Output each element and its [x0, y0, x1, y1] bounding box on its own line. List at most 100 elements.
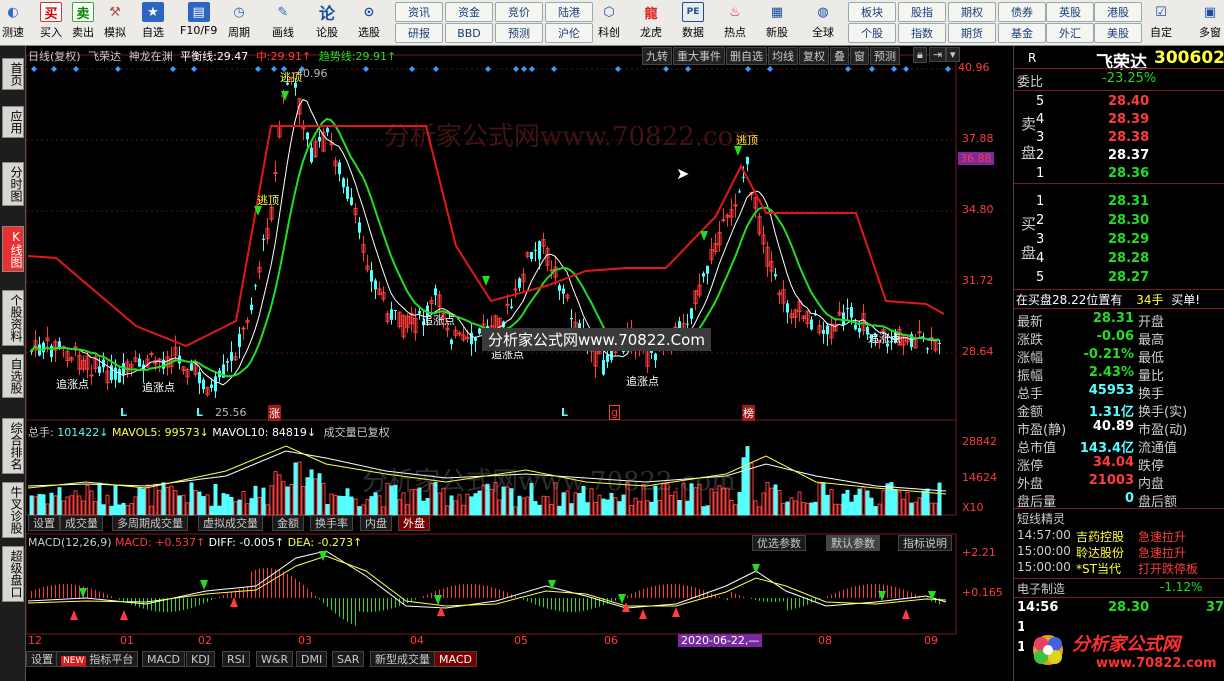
field-label2-9: 内盘	[1138, 477, 1165, 492]
draw-line-button[interactable]: ✎ 画线	[272, 2, 294, 44]
sell-button[interactable]: 卖 卖出	[72, 2, 94, 44]
custom-button[interactable]: ☑ 自定	[1150, 2, 1172, 44]
marker-g[interactable]: g	[609, 405, 620, 420]
bonds-button[interactable]: 债券	[998, 2, 1046, 22]
forex-button[interactable]: 外汇	[1046, 23, 1094, 43]
left-tab-1[interactable]: 应用	[2, 106, 24, 138]
signal-diamond-0	[31, 66, 37, 72]
left-tab-7[interactable]: 牛叉诊股	[2, 482, 24, 538]
hk-connect-button[interactable]: 陆港	[545, 2, 593, 22]
bbd-button[interactable]: BBD	[445, 23, 493, 43]
f10-button[interactable]: ▤ F10/F9	[180, 2, 217, 44]
volume-bar-220	[909, 502, 914, 516]
forecast-button[interactable]: 预测	[495, 23, 543, 43]
watermark-banner: 分析家公式网www.70822.Com	[482, 328, 711, 351]
volume-bar-67	[297, 461, 302, 516]
bottom-tab-2[interactable]: MACD	[142, 651, 185, 667]
fund-button[interactable]: 基金	[998, 23, 1046, 43]
chart-func-button-0[interactable]: 九转	[642, 47, 672, 65]
left-tab-5[interactable]: 自选股	[2, 354, 24, 398]
spirit-e-2: 打开跌停板	[1138, 562, 1199, 576]
volume-bar-122	[517, 495, 522, 516]
volume-tab-5[interactable]: 换手率	[310, 515, 353, 531]
lock-icon[interactable]: 🔒︎	[913, 47, 927, 63]
speed-test-button[interactable]: ◐ 测速	[2, 2, 24, 44]
dragon-tiger-button[interactable]: 龍 龙虎	[640, 2, 662, 44]
sector-name[interactable]: 电子制造	[1017, 580, 1065, 597]
exit-icon[interactable]: ⇥	[929, 47, 947, 62]
buy-button[interactable]: 买 买入	[40, 2, 62, 44]
bottom-tab-8[interactable]: 新型成交量	[370, 651, 435, 667]
multi-window-button[interactable]: ▣ 多窗	[1196, 2, 1224, 44]
default-params-button[interactable]: 默认参数	[826, 535, 880, 551]
chart-func-button-1[interactable]: 重大事件	[673, 47, 725, 65]
left-tab-6[interactable]: 综合排名	[2, 418, 24, 474]
chart-func-button-7[interactable]: 预测	[870, 47, 900, 65]
bottom-tab-7[interactable]: SAR	[332, 651, 365, 667]
funds-button[interactable]: 资金	[445, 2, 493, 22]
sector-button[interactable]: 板块	[848, 2, 896, 22]
research-button[interactable]: 研报	[395, 23, 443, 43]
us-stocks-button[interactable]: 美股	[1094, 23, 1142, 43]
bottom-tab-3[interactable]: KDJ	[186, 651, 215, 667]
date-label-4: 04	[410, 634, 424, 647]
chart-func-button-4[interactable]: 复权	[799, 47, 829, 65]
global-button[interactable]: ◍ 全球	[812, 2, 834, 44]
stock-picker-button[interactable]: ⊙ 选股	[358, 2, 380, 44]
simulate-button[interactable]: ⚒ 模拟	[104, 2, 126, 44]
volume-tab-3[interactable]: 虚拟成交量	[198, 515, 263, 531]
indicator-help-button[interactable]: 指标说明	[898, 535, 952, 551]
left-tab-4[interactable]: 个股资料	[2, 290, 24, 346]
chart-func-button-3[interactable]: 均线	[768, 47, 798, 65]
star-market-button[interactable]: ⬡ 科创	[598, 2, 620, 44]
date-label-5: 05	[514, 634, 528, 647]
shanghai-london-button[interactable]: 沪伦	[545, 23, 593, 43]
optimize-params-button[interactable]: 优选参数	[752, 535, 806, 551]
data-button[interactable]: PE 数据	[682, 2, 704, 44]
index-futures-button[interactable]: 股指	[898, 2, 946, 22]
left-tab-8[interactable]: 超级盘口	[2, 546, 24, 602]
watchlist-button[interactable]: ★ 自选	[142, 2, 164, 44]
bottom-tab-0[interactable]: 设置	[26, 651, 58, 667]
candle-body-78	[342, 178, 345, 188]
bottom-tab-5[interactable]: W&R	[256, 651, 294, 667]
short-term-spirit-title[interactable]: 短线精灵	[1017, 510, 1065, 527]
auction-button[interactable]: 竞价	[495, 2, 543, 22]
volume-tab-6[interactable]: 内盘	[360, 515, 392, 531]
left-tab-3[interactable]: K线图	[2, 226, 24, 272]
volume-tab-7[interactable]: 外盘	[398, 515, 430, 531]
index-button[interactable]: 指数	[898, 23, 946, 43]
chart-func-button-6[interactable]: 窗	[850, 47, 869, 65]
volume-bar-29	[145, 484, 150, 516]
news-button[interactable]: 资讯	[395, 2, 443, 22]
individual-stock-button[interactable]: 个股	[848, 23, 896, 43]
bottom-tab-6[interactable]: DMI	[296, 651, 328, 667]
hk-stocks-button[interactable]: 港股	[1094, 2, 1142, 22]
new-stock-button[interactable]: ▦ 新股	[766, 2, 788, 44]
uk-stocks-button[interactable]: 英股	[1046, 2, 1094, 22]
options-button[interactable]: 期权	[948, 2, 996, 22]
volume-tab-4[interactable]: 金额	[272, 515, 304, 531]
left-tab-2[interactable]: 分时图	[2, 162, 24, 206]
left-tab-0[interactable]: 首页	[2, 58, 24, 90]
volume-tab-0[interactable]: 设置	[28, 515, 60, 531]
bottom-tab-4[interactable]: RSI	[222, 651, 250, 667]
quote-stock-code: 300602	[1154, 48, 1224, 68]
hotspot-button[interactable]: ♨ 热点	[724, 2, 746, 44]
kline-chart-area[interactable]: 日线(复权) 飞荣达 神龙在渊 平衡线:29.47 中:29.91↑ 趋势线:2…	[26, 46, 1013, 681]
chart-func-button-2[interactable]: 删自选	[726, 47, 767, 65]
logo-url-text: www.70822.com	[1096, 656, 1217, 671]
period-button[interactable]: ◷ 周期	[228, 2, 250, 44]
volume-tab-1[interactable]: 成交量	[60, 515, 103, 531]
futures-button[interactable]: 期货	[948, 23, 996, 43]
candle-body-70	[310, 147, 313, 163]
chart-func-button-5[interactable]: 叠	[830, 47, 849, 65]
bottom-tab-1[interactable]: NEW 指标平台	[56, 651, 139, 667]
volume-tab-2[interactable]: 多周期成交量	[112, 515, 188, 531]
marker-rank[interactable]: 榜	[742, 405, 755, 421]
talk-button[interactable]: 论 论股	[316, 2, 338, 44]
marker-limit-up[interactable]: 涨	[268, 405, 281, 421]
bottom-tab-9[interactable]: MACD	[434, 651, 477, 667]
macd-sell-arrow-icon-5	[618, 594, 626, 604]
dropdown-icon[interactable]: ▾	[946, 47, 960, 62]
